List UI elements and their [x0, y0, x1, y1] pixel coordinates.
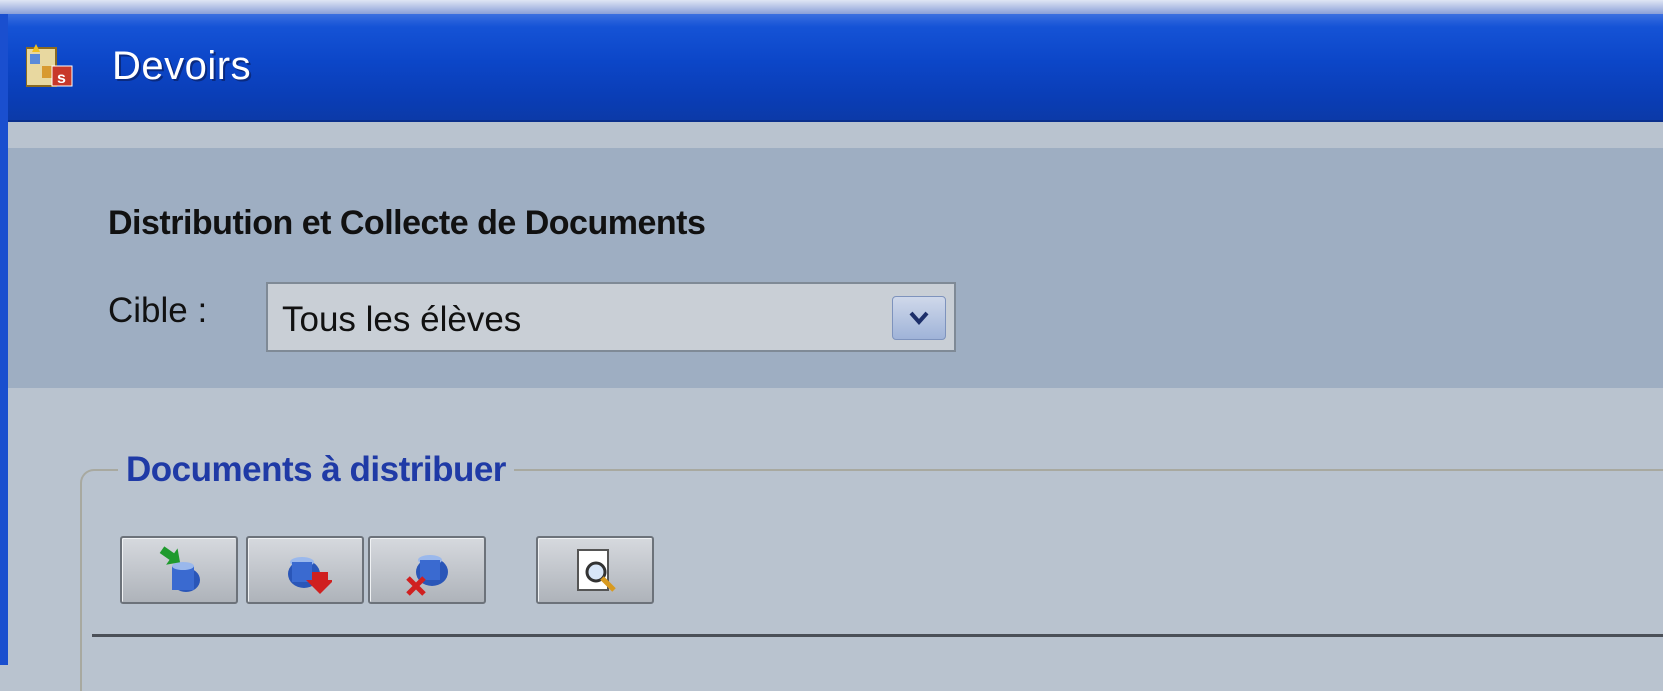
target-select-value: Tous les élèves — [282, 300, 522, 339]
list-top-border — [92, 634, 1663, 637]
svg-text:s: s — [57, 70, 66, 87]
title-bar[interactable]: s Devoirs — [8, 14, 1663, 122]
groupbox-title: Documents à distribuer — [118, 450, 514, 490]
preview-document-icon — [577, 549, 616, 592]
remove-document-icon — [406, 555, 448, 596]
app-icon: s — [25, 44, 74, 90]
window-title: Devoirs — [112, 44, 252, 88]
remove-document-button[interactable] — [368, 536, 486, 604]
add-document-icon — [159, 546, 200, 592]
devoirs-window: s Devoirs Distribution et Collecte de Do… — [0, 14, 1663, 691]
target-label: Cible : — [108, 291, 208, 330]
preview-document-button[interactable] — [536, 536, 654, 604]
panel-title: Distribution et Collecte de Documents — [108, 204, 706, 242]
collect-document-icon — [288, 557, 332, 594]
collect-document-button[interactable] — [246, 536, 364, 604]
target-select[interactable]: Tous les élèves — [266, 282, 956, 352]
chevron-down-icon[interactable] — [892, 296, 946, 340]
add-document-button[interactable] — [120, 536, 238, 604]
header-panel: Distribution et Collecte de Documents Ci… — [8, 148, 1663, 388]
